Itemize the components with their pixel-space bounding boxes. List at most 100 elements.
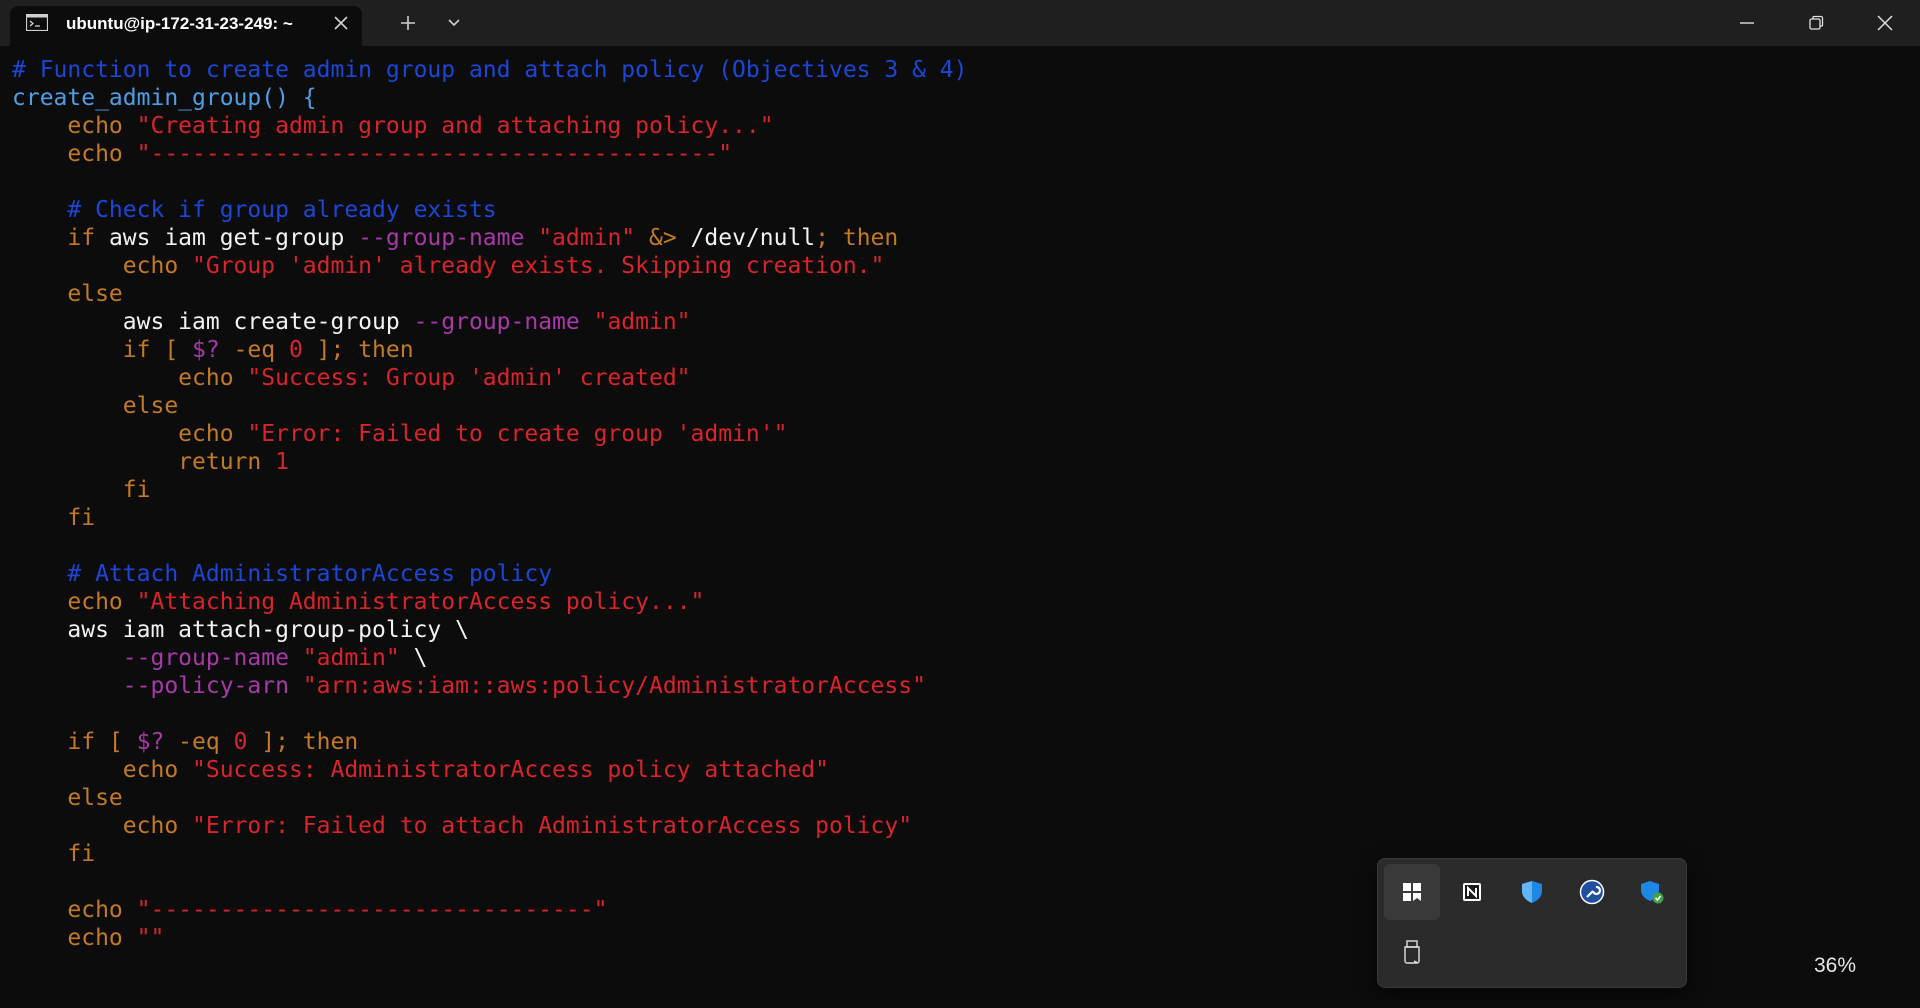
code-token: fi [12, 841, 96, 867]
code-token: "admin" [538, 225, 649, 251]
chevron-down-icon[interactable] [440, 13, 468, 33]
code-token: fi [12, 505, 96, 531]
terminal-line: fi [12, 504, 1912, 532]
code-token: if [ [12, 337, 193, 363]
terminal-line: if [ $? -eq 0 ]; then [12, 728, 1912, 756]
terminal-line: echo "Success: AdministratorAccess polic… [12, 756, 1912, 784]
code-token: $? [136, 729, 179, 755]
code-token: "" [136, 925, 165, 951]
code-token: if [ [12, 729, 137, 755]
terminal-line: echo "Error: Failed to attach Administra… [12, 812, 1912, 840]
terminal-line: --group-name "admin" \ [12, 644, 1912, 672]
terminal-line: if [ $? -eq 0 ]; then [12, 336, 1912, 364]
code-token: echo [12, 897, 137, 923]
code-token: "Success: AdministratorAccess policy att… [192, 757, 829, 783]
restore-button[interactable] [1783, 0, 1849, 46]
code-token: echo [12, 113, 137, 139]
code-token: /dev/null [690, 225, 816, 251]
notion-icon[interactable] [1444, 864, 1500, 920]
terminal-line: else [12, 392, 1912, 420]
terminal-line: aws iam attach-group-policy \ [12, 616, 1912, 644]
code-token: echo [12, 925, 137, 951]
code-token: if [12, 225, 109, 251]
code-token: aws iam get-group [108, 225, 359, 251]
code-token: --policy-arn [12, 673, 303, 699]
code-token: "Creating admin group and attaching poli… [136, 113, 774, 139]
code-token: echo [12, 253, 193, 279]
code-token: # Attach AdministratorAccess policy [12, 561, 553, 587]
app-grid-icon[interactable] [1384, 864, 1440, 920]
code-token: # Function to create admin group and att… [12, 57, 968, 83]
terminal-line: aws iam create-group --group-name "admin… [12, 308, 1912, 336]
minimize-button[interactable] [1714, 0, 1780, 46]
code-token: else [12, 785, 123, 811]
code-token: create_admin_group() { [12, 85, 317, 111]
code-token: -eq [233, 337, 289, 363]
code-token: aws iam create-group [12, 309, 414, 335]
code-token: echo [12, 365, 248, 391]
code-token: ]; then [302, 337, 414, 363]
code-token: "admin" [593, 309, 691, 335]
code-token: else [12, 393, 179, 419]
code-token: "arn:aws:iam::aws:policy/AdministratorAc… [302, 673, 926, 699]
terminal-line: echo "Error: Failed to create group 'adm… [12, 420, 1912, 448]
code-token: ; then [815, 225, 899, 251]
code-token: 0 [288, 337, 303, 363]
code-token: "Error: Failed to create group 'admin'" [247, 421, 788, 447]
code-token: "Group 'admin' already exists. Skipping … [192, 253, 885, 279]
terminal-line: echo "----------------------------------… [12, 140, 1912, 168]
terminal-line: # Check if group already exists [12, 196, 1912, 224]
terminal-line: echo "Attaching AdministratorAccess poli… [12, 588, 1912, 616]
terminal-line: else [12, 784, 1912, 812]
code-token: \ [413, 645, 428, 671]
close-window-button[interactable] [1852, 0, 1918, 46]
code-token: echo [12, 813, 193, 839]
code-token: 1 [275, 449, 289, 475]
terminal-line: echo "Success: Group 'admin' created" [12, 364, 1912, 392]
wrench-icon[interactable] [1564, 864, 1620, 920]
code-token: echo [12, 757, 193, 783]
usb-drive-icon[interactable] [1384, 924, 1440, 980]
terminal-tab[interactable]: ubuntu@ip-172-31-23-249: ~ [10, 6, 362, 46]
security-shield-check-icon[interactable] [1624, 864, 1680, 920]
tab-title: ubuntu@ip-172-31-23-249: ~ [66, 14, 293, 33]
code-token: echo [12, 421, 248, 447]
code-token: -eq [178, 729, 234, 755]
plus-icon[interactable] [394, 13, 422, 33]
code-token: &> [648, 225, 691, 251]
terminal-line: else [12, 280, 1912, 308]
terminal-line: echo "Group 'admin' already exists. Skip… [12, 252, 1912, 280]
code-token: "---------------------------------------… [136, 141, 733, 167]
code-token: return [12, 449, 276, 475]
tray-overflow-flyout [1377, 858, 1687, 988]
restore-icon [1809, 15, 1824, 30]
code-token: aws iam attach-group-policy \ [12, 617, 469, 643]
code-token: echo [12, 589, 137, 615]
zoom-level: 36% [1814, 954, 1857, 977]
code-token: 0 [233, 729, 248, 755]
minimize-icon [1740, 22, 1754, 24]
code-token: $? [192, 337, 234, 363]
code-token: "--------------------------------" [136, 897, 608, 923]
code-token: "Attaching AdministratorAccess policy...… [136, 589, 705, 615]
defender-shield-icon[interactable] [1504, 864, 1560, 920]
code-token: "admin" [302, 645, 414, 671]
terminal-line: return 1 [12, 448, 1912, 476]
code-token: ]; then [247, 729, 359, 755]
code-token: fi [12, 477, 151, 503]
terminal-line: if aws iam get-group --group-name "admin… [12, 224, 1912, 252]
code-token: --group-name [358, 225, 539, 251]
terminal-line: --policy-arn "arn:aws:iam::aws:policy/Ad… [12, 672, 1912, 700]
code-token: "Success: Group 'admin' created" [247, 365, 691, 391]
code-token: --group-name [413, 309, 594, 335]
code-token: else [12, 281, 123, 307]
terminal-icon [26, 14, 48, 31]
close-tab-icon[interactable] [333, 15, 349, 31]
code-token: "Error: Failed to attach AdministratorAc… [192, 813, 913, 839]
terminal-line: create_admin_group() { [12, 84, 1912, 112]
terminal-output[interactable]: # Function to create admin group and att… [12, 56, 1912, 952]
close-icon [1877, 15, 1893, 31]
